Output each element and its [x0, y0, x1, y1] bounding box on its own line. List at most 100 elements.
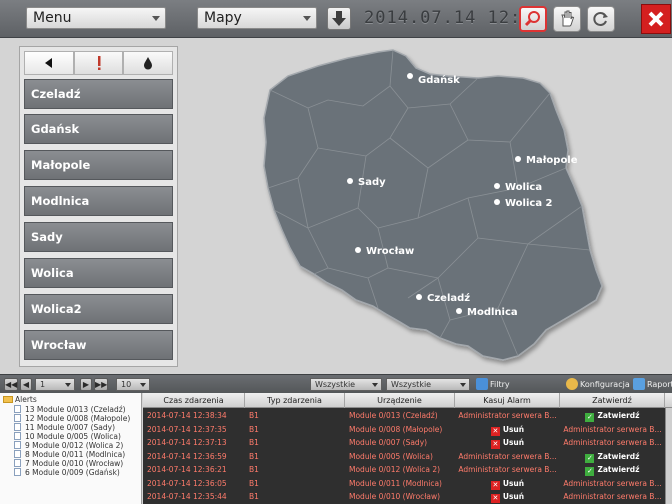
table-cell-type: B1 [249, 438, 259, 447]
view-dropdown[interactable]: Mapy [197, 7, 317, 29]
tree-item[interactable]: 7 Module 0/010 (Wrocław) [14, 459, 123, 468]
delete-alarm-button[interactable]: ✕ Usuń [455, 477, 560, 490]
filter-select-1[interactable]: Wszystkie [310, 378, 382, 391]
per-page-select[interactable]: 10 [116, 378, 150, 391]
pan-tool-button[interactable] [553, 6, 581, 32]
hand-icon [561, 10, 575, 27]
location-button-sady[interactable]: Sady [24, 222, 173, 252]
tree-root-alerts[interactable]: Alerts [3, 395, 37, 404]
table-row[interactable]: 2014-07-14 12:36:59 B1 Module 0/005 (Wolic… [143, 450, 665, 463]
tree-item-label: 10 Module 0/005 (Wolica) [25, 432, 121, 441]
column-header-type[interactable]: Typ zdarzenia [245, 393, 345, 408]
chevron-down-icon [460, 383, 466, 387]
city-label-czeladz: Czeladź [427, 292, 470, 304]
city-label-gdansk: Gdańsk [418, 74, 460, 86]
confirm-alarm-button[interactable]: ✓ Zatwierdź [560, 450, 665, 463]
magnifier-icon [524, 11, 540, 27]
table-row[interactable]: 2014-07-14 12:36:21 B1 Module 0/012 (Wolic… [143, 463, 665, 476]
tree-item[interactable]: 9 Module 0/012 (Wolica 2) [14, 441, 123, 450]
city-label-malopole: Małopole [526, 155, 578, 166]
table-cell-device: Module 0/005 (Wolica) [349, 451, 433, 461]
tree-item[interactable]: 11 Module 0/007 (Sady) [14, 423, 115, 432]
table-cell-type: B1 [249, 424, 259, 434]
table-row[interactable]: 2014-07-14 12:35:44 B1 Module 0/010 (Wrocł… [143, 490, 665, 503]
table-row[interactable]: 2014-07-14 12:38:34 B1 Module 0/013 (Czela… [143, 409, 665, 422]
column-header-clear-alarm[interactable]: Kasuj Alarm [455, 393, 560, 408]
tree-item-label: 6 Module 0/009 (Gdańsk) [25, 468, 120, 477]
location-button-modlnica[interactable]: Modlnica [24, 186, 173, 216]
table-cell-time: 2014-07-14 12:37:35 [147, 424, 227, 434]
tab-back[interactable] [24, 51, 74, 75]
configuration-button[interactable]: Konfiguracja [580, 379, 630, 390]
zoom-tool-button[interactable] [519, 6, 547, 32]
confirm-alarm-button[interactable]: ✓ Zatwierdź [560, 409, 665, 422]
location-button-wolica[interactable]: Wolica [24, 258, 173, 288]
table-cell-time: 2014-07-14 12:36:59 [147, 451, 227, 461]
delete-alarm-button[interactable]: ✕ Usuń [455, 423, 560, 436]
refresh-button[interactable] [587, 6, 615, 32]
filters-button[interactable]: Filtry [490, 379, 510, 390]
close-button[interactable] [641, 4, 671, 34]
sidebar-tabs [24, 51, 174, 75]
delete-alarm-button[interactable]: ✕ Usuń [455, 436, 560, 449]
tree-item[interactable]: 12 Module 0/008 (Małopole) [14, 414, 130, 423]
menu-dropdown-label: Menu [33, 10, 72, 26]
tree-item-label: 8 Module 0/011 (Modlnica) [25, 450, 126, 459]
table-row[interactable]: 2014-07-14 12:37:13 B1 Module 0/007 (Sady)… [143, 436, 665, 449]
reports-button[interactable]: Raport [647, 379, 672, 390]
chevron-down-icon [140, 383, 146, 387]
alerts-tree: Alerts 13 Module 0/013 (Czeladź) 12 Modu… [0, 393, 142, 504]
tree-item-label: 12 Module 0/008 (Małopole) [25, 414, 131, 423]
document-icon [14, 450, 21, 458]
tree-item[interactable]: 10 Module 0/005 (Wolica) [14, 432, 121, 441]
table-cell-device: Module 0/011 (Modlnica) [349, 478, 442, 488]
confirm-alarm-label: Zatwierdź [597, 451, 640, 461]
tree-item[interactable]: 6 Module 0/009 (Gdańsk) [14, 468, 120, 477]
location-button-malopole[interactable]: Małopole [24, 150, 173, 180]
table-cell-device: Module 0/007 (Sady) [349, 438, 428, 447]
download-button[interactable] [327, 7, 351, 30]
location-button-gdansk[interactable]: Gdańsk [24, 114, 173, 144]
location-button-wolica2[interactable]: Wolica2 [24, 294, 173, 324]
close-x-icon: ✕ [490, 480, 500, 490]
checkmark-icon: ✓ [585, 467, 595, 476]
report-icon [633, 378, 645, 390]
column-header-time[interactable]: Czas zdarzenia [143, 393, 245, 408]
tab-drop[interactable] [123, 51, 174, 75]
triangle-left-icon [44, 58, 52, 68]
tree-item[interactable]: 13 Module 0/013 (Czeladź) [14, 405, 126, 414]
close-x-icon: ✕ [490, 494, 500, 503]
table-scrollbar[interactable] [665, 408, 672, 504]
city-label-wroclaw: Wrocław [366, 246, 414, 257]
table-cell-time: 2014-07-14 12:36:05 [147, 478, 227, 488]
city-label-sady: Sady [358, 177, 386, 188]
next-page-button[interactable]: ▶ [80, 378, 92, 391]
close-x-icon: ✕ [490, 426, 500, 436]
confirm-alarm-label: Zatwierdź [597, 411, 640, 420]
last-page-button[interactable]: ▶▶ [94, 378, 108, 391]
tree-item[interactable]: 8 Module 0/011 (Modlnica) [14, 450, 125, 459]
city-label-wolica-2: Wolica 2 [505, 198, 553, 209]
prev-page-button[interactable]: ◀ [20, 378, 32, 391]
table-row[interactable]: 2014-07-14 12:36:05 B1 Module 0/011 (Modln… [143, 477, 665, 490]
delete-alarm-button[interactable]: ✕ Usuń [455, 490, 560, 503]
confirm-alarm-label: Zatwierdź [597, 465, 640, 474]
table-cell-type: B1 [249, 451, 259, 461]
location-button-wroclaw[interactable]: Wrocław [24, 330, 173, 360]
filter-select-2[interactable]: Wszystkie [386, 378, 470, 391]
table-cell-zatw: Administrator serwera B... [563, 492, 662, 501]
top-bar: Menu Mapy 2014.07.14 12:42 [0, 0, 672, 38]
table-cell-kasuj: Administrator serwera B... [458, 451, 557, 461]
tab-alerts[interactable] [73, 51, 124, 75]
page-select[interactable]: 1 [35, 378, 75, 391]
confirm-alarm-button[interactable]: ✓ Zatwierdź [560, 463, 665, 476]
column-header-confirm[interactable]: Zatwierdź [560, 393, 665, 408]
location-button-czeladz[interactable]: Czeladź [24, 79, 173, 109]
table-row[interactable]: 2014-07-14 12:37:35 B1 Module 0/008 (Małop… [143, 423, 665, 436]
map-view[interactable]: Gdańsk Małopole Sady Wolica Wolica 2 Wro… [178, 38, 672, 372]
menu-dropdown[interactable]: Menu [26, 7, 166, 29]
first-page-button[interactable]: ◀◀ [4, 378, 18, 391]
tree-item-label: 11 Module 0/007 (Sady) [25, 423, 115, 432]
filter-icon [476, 378, 488, 390]
column-header-device[interactable]: Urządzenie [345, 393, 455, 408]
